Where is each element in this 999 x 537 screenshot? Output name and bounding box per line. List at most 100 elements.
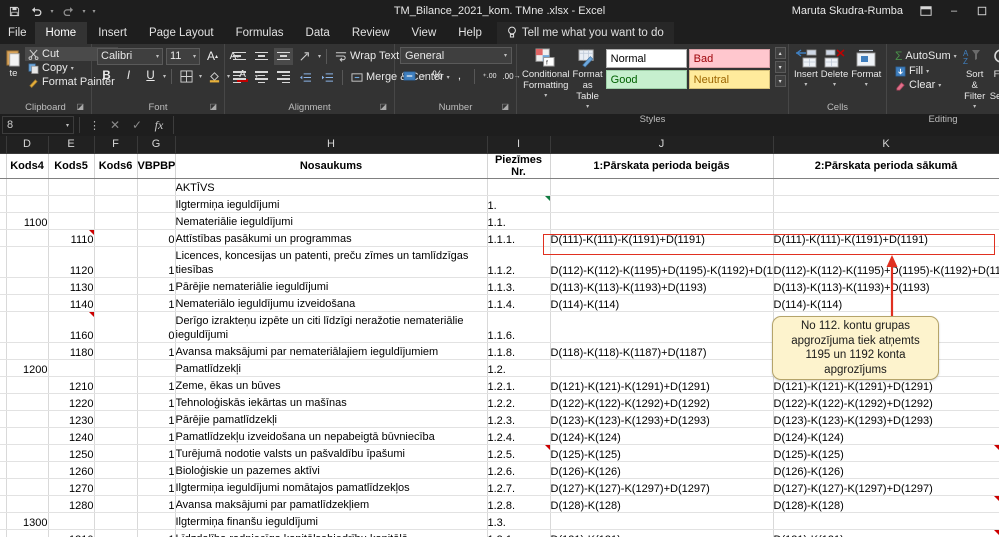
cell-perioda-sakuma[interactable]: D(121)-K(121)-K(1291)+D(1291) [773,376,999,394]
find-select-button[interactable]: Find & Select ▾ [990,47,999,113]
cell-style-good[interactable]: Good [605,70,687,89]
cell-piezimes-nr[interactable]: 1.2.3. [487,410,551,428]
cell-perioda-sakuma[interactable]: D(123)-K(123)-K(1293)+D(1293) [773,410,999,428]
clear-caret-icon[interactable]: ▾ [938,82,941,89]
cell-nosaukums[interactable]: Attīstības pasākumi un programmas [175,229,488,247]
cell-perioda-beigas[interactable] [550,212,774,230]
cell-perioda-beigas[interactable] [550,311,774,343]
paste-button[interactable]: te [5,47,22,79]
increase-indent-icon[interactable] [318,68,337,86]
cell-perioda-sakuma[interactable]: D(112)-K(112)-K(1195)+D(1195)-K(1192)+D(… [773,246,999,278]
table-row[interactable]: 1120 1 Licences, koncesijas un patenti, pr… [0,246,999,278]
cell-perioda-sakuma[interactable]: D(113)-K(113)-K(1193)+D(1193) [773,277,999,295]
font-family-combo[interactable]: Calibri ▾ [97,47,163,65]
cell-piezimes-nr[interactable]: 1.2.4. [487,427,551,445]
table-row[interactable]: 1270 1 Ilgtermiņa ieguldījumi nomātajos pa… [0,478,999,496]
insert-cells-button[interactable]: Insert ▾ [794,47,818,91]
cell-kods6[interactable] [94,359,138,377]
cell-nosaukums[interactable]: Bioloģiskie un pazemes aktīvi [175,461,488,479]
number-format-caret-icon[interactable]: ▾ [504,52,507,59]
cell-kods6[interactable] [94,495,138,513]
cell-perioda-sakuma[interactable] [773,342,999,360]
conditional-formatting-button[interactable]: f Conditional Formatting ▾ [522,47,570,102]
cell-styles-gallery[interactable]: Normal Bad Good Neutral [605,47,770,89]
cell-kods4[interactable] [6,195,49,213]
cell-kods5[interactable]: 1210 [48,376,95,394]
cell-styles-scroll[interactable]: ▴ ▾ ▾ [774,47,786,87]
cell-piezimes-nr[interactable]: 1.2.5. [487,444,551,462]
cell-piezimes-nr[interactable]: 1.1.1. [487,229,551,247]
cell-perioda-sakuma[interactable]: D(111)-K(111)-K(1191)+D(1191) [773,229,999,247]
cell-kods4[interactable] [6,410,49,428]
cell-perioda-sakuma[interactable]: D(114)-K(114) [773,294,999,312]
table-row[interactable]: 1310 1Līdzdalība radniecīgo kapitālsabied… [0,529,999,537]
cell-piezimes-nr[interactable]: 1. [487,195,551,213]
cell-perioda-sakuma[interactable]: D(128)-K(128) [773,495,999,513]
name-box-caret-icon[interactable]: ▾ [66,122,69,129]
table-row[interactable]: 1300 Ilgtermiņa finanšu ieguldījumi 1.3. [0,512,999,530]
table-row[interactable]: 1250 1 Turējumā nodotie valsts un pašvaldī… [0,444,999,462]
cell-perioda-beigas[interactable]: D(121)-K(121)-K(1291)+D(1291) [550,376,774,394]
borders-caret-icon[interactable]: ▾ [199,73,202,80]
table-row[interactable]: 1280 1 Avansa maksājumi par pamatlīdzekļie… [0,495,999,513]
tab-file[interactable]: File [0,22,35,44]
cell-kods5[interactable] [48,178,95,196]
minimize-button[interactable]: – [941,1,967,21]
cell-nosaukums[interactable]: Licences, koncesijas un patenti, preču z… [175,246,488,278]
format-as-table-button[interactable]: Format as Table ▾ [573,47,603,113]
cell-kods5[interactable] [48,212,95,230]
cell-piezimes-nr[interactable]: 1.1.6. [487,311,551,343]
restore-button[interactable] [969,1,995,21]
cell-kods4[interactable] [6,178,49,196]
cell-nosaukums[interactable]: Pārējie pamatlīdzekļi [175,410,488,428]
cell-vbpbp[interactable]: 1 [137,478,176,496]
column-header-f[interactable]: F [94,136,138,154]
cell-perioda-sakuma[interactable]: D(126)-K(126) [773,461,999,479]
redo-dropdown-caret[interactable]: ▾ [80,8,88,15]
tab-help[interactable]: Help [447,22,493,44]
cell-kods5[interactable]: 1250 [48,444,95,462]
cell-piezimes-nr[interactable]: 1.2.1. [487,376,551,394]
cell-nosaukums[interactable]: Ilgtermiņa finanšu ieguldījumi [175,512,488,530]
ribbon-display-options-icon[interactable] [913,1,939,21]
cell-kods5[interactable]: 1280 [48,495,95,513]
cell-kods6[interactable] [94,529,138,537]
cell-kods6[interactable] [94,410,138,428]
accounting-format-icon[interactable] [400,67,419,85]
account-name[interactable]: Maruta Skudra-Rumba [784,5,911,17]
underline-caret-icon[interactable]: ▾ [163,73,166,80]
cell-perioda-beigas[interactable]: D(125)-K(125) [550,444,774,462]
cell-kods4[interactable] [6,478,49,496]
tab-page-layout[interactable]: Page Layout [138,22,225,44]
alignment-dialog-launcher[interactable]: ◪ [379,100,387,113]
formula-bar-more-icon[interactable]: ⋮ [85,119,104,132]
table-row[interactable]: 1220 1 Tehnoloģiskās iekārtas un mašīnas 1.… [0,393,999,411]
column-header-g[interactable]: G [137,136,176,154]
table-row[interactable]: 1210 1 Zeme, ēkas un būves 1.2.1. D(121)-K(1… [0,376,999,394]
cell-style-bad[interactable]: Bad [688,49,770,68]
cell-perioda-sakuma[interactable]: D(122)-K(122)-K(1292)+D(1292) [773,393,999,411]
fill-color-icon[interactable] [205,67,224,85]
cell-piezimes-nr[interactable]: 1.1.4. [487,294,551,312]
cell-piezimes-nr[interactable]: 1.1.3. [487,277,551,295]
cell-nosaukums[interactable]: Turējumā nodotie valsts un pašvaldību īp… [175,444,488,462]
table-row[interactable]: 1100 Nemateriālie ieguldījumi 1.1. [0,212,999,230]
cell-nosaukums[interactable]: Avansa maksājumi par pamatlīdzekļiem [175,495,488,513]
cell-piezimes-nr[interactable] [487,178,551,196]
clear-button[interactable]: Clear ▾ [892,78,960,92]
align-center-button[interactable] [252,69,271,86]
cell-vbpbp[interactable] [137,212,176,230]
accounting-caret-icon[interactable]: ▾ [422,73,425,80]
cell-perioda-beigas[interactable] [550,359,774,377]
align-right-button[interactable] [274,69,293,86]
cell-kods6[interactable] [94,311,138,343]
cell-style-neutral[interactable]: Neutral [688,70,770,89]
cell-vbpbp[interactable]: 1 [137,410,176,428]
autosum-caret-icon[interactable]: ▾ [954,53,957,60]
cell-perioda-beigas[interactable] [550,178,774,196]
cell-vbpbp[interactable]: 0 [137,311,176,343]
cell-kods4[interactable] [6,393,49,411]
column-header-e[interactable]: E [48,136,95,154]
cell-nosaukums[interactable]: AKTĪVS [175,178,488,196]
format-as-table-caret-icon[interactable]: ▾ [586,102,589,113]
